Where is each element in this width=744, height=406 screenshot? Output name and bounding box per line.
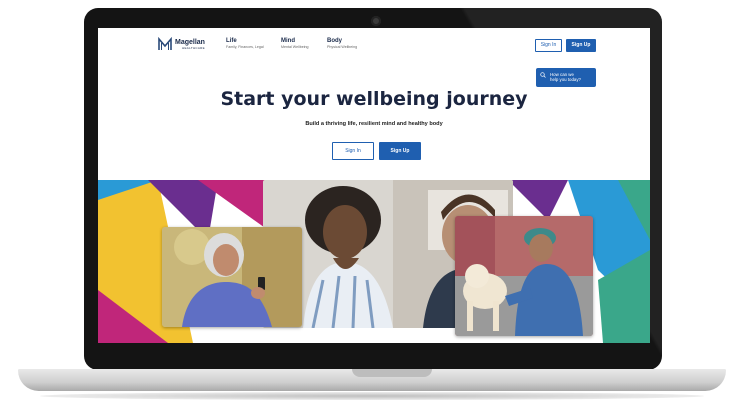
nav-mind[interactable]: Mind Mental Wellbeing [281,38,309,49]
laptop-shadow [40,392,704,400]
header-signup-button[interactable]: Sign Up [566,39,596,52]
hero-title: Start your wellbeing journey [220,88,528,110]
nav-mind-sub: Mental Wellbeing [281,45,309,49]
search-icon [540,72,546,78]
hero-signup-button[interactable]: Sign Up [379,142,421,160]
laptop-base [18,369,726,391]
laptop-notch [352,369,432,377]
help-chat-button[interactable]: How can we help you today? [536,68,596,87]
man-with-dog-illustration [455,216,593,336]
nav-life-title: Life [226,38,237,44]
nav-body-sub: Physical Wellbeing [327,45,358,49]
browser-screen: Magellan HEALTHCARE Life Family, Finance… [98,28,650,343]
woman-with-phone-illustration [162,227,302,327]
header-signin-button[interactable]: Sign In [535,39,562,52]
nav-life-sub: Family, Finances, Legal [226,45,264,49]
help-line-2: help you today? [550,77,582,82]
nav-body[interactable]: Body Physical Wellbeing [327,38,357,49]
webcam-icon [371,16,381,26]
magellan-m-icon [158,37,172,50]
hero-signin-button[interactable]: Sign In [332,142,374,160]
photo-woman-phone [162,227,302,327]
hero-subtitle: Build a thriving life, resilient mind an… [305,121,443,127]
nav-body-title: Body [327,38,342,44]
nav-mind-title: Mind [281,38,295,44]
brand-logo[interactable]: Magellan HEALTHCARE [158,37,205,51]
top-navbar: Magellan HEALTHCARE Life Family, Finance… [98,28,650,62]
hero-image-collage [98,180,650,343]
brand-sub: HEALTHCARE [182,45,205,50]
photo-man-with-dog [455,216,593,336]
brand-name: Magellan [175,38,205,46]
nav-life[interactable]: Life Family, Finances, Legal [226,38,264,49]
